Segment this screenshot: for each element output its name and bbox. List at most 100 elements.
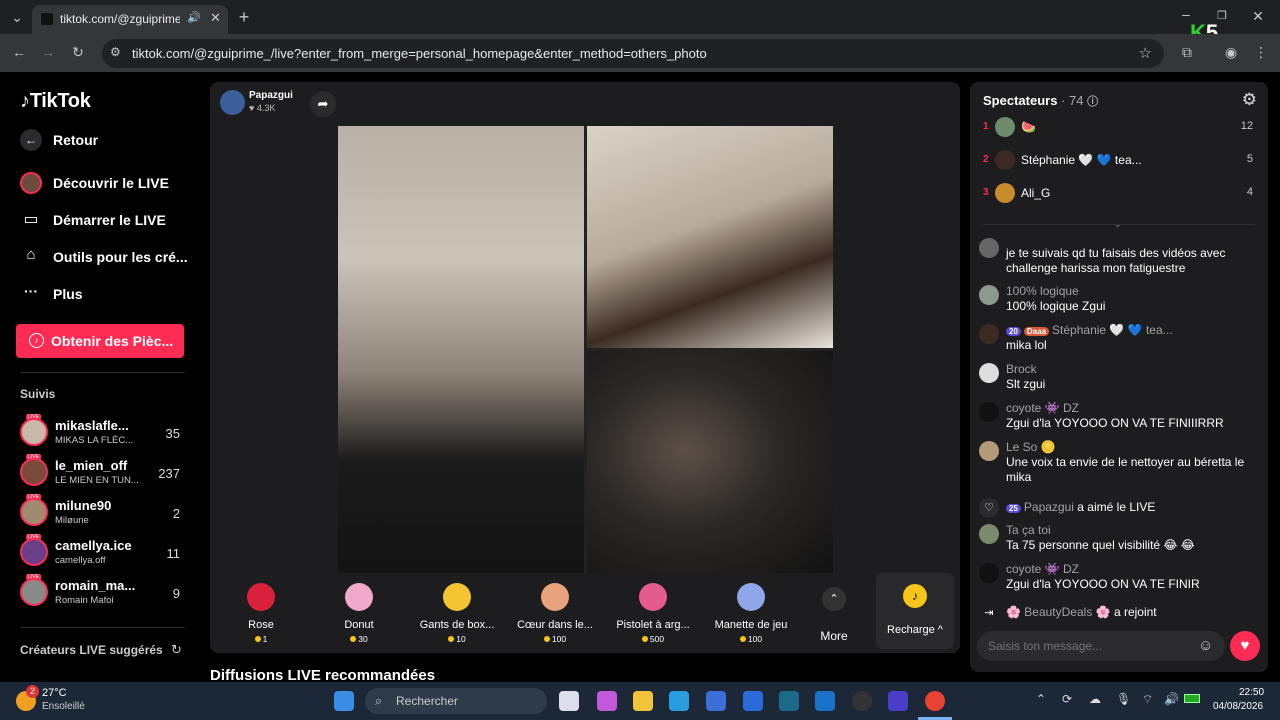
- more-gifts-button[interactable]: ⌃ More: [806, 579, 866, 645]
- volume-icon[interactable]: 🔊: [1164, 692, 1179, 706]
- video-guest-2[interactable]: [587, 351, 833, 573]
- edge-icon[interactable]: [669, 691, 689, 711]
- audio-icon[interactable]: 🔊: [187, 11, 201, 24]
- avatar[interactable]: [979, 285, 999, 305]
- extensions-icon[interactable]: ⧉: [1178, 44, 1196, 60]
- browser-tab[interactable]: tiktok.com/@zguiprime_/liv 🔊 ✕: [32, 5, 228, 34]
- recommended-header: Diffusions LIVE recommandées: [210, 667, 436, 682]
- url-text: tiktok.com/@zguiprime_/live?enter_from_m…: [132, 46, 707, 61]
- gift-game-controller[interactable]: Manette de jeu 100: [706, 579, 796, 645]
- donut-icon: [345, 583, 373, 611]
- tiktok-logo[interactable]: ♪TikTok: [20, 90, 91, 113]
- avatar[interactable]: [979, 238, 999, 258]
- app-icon[interactable]: [888, 691, 908, 711]
- chat-input[interactable]: [977, 631, 1225, 661]
- gift-money-gun[interactable]: Pistolet à arg... 500: [608, 579, 698, 645]
- live-avatar-icon: [20, 172, 42, 194]
- cloud-icon[interactable]: ☁: [1089, 692, 1101, 706]
- following-header: Suivis: [20, 387, 56, 401]
- bookmark-star-icon[interactable]: ☆: [1139, 44, 1152, 62]
- video-host[interactable]: [338, 126, 584, 573]
- dropbox-icon[interactable]: [743, 691, 763, 711]
- live-badge: LIVE: [26, 534, 41, 540]
- weather-temp[interactable]: 27°C: [42, 687, 67, 699]
- copilot-icon[interactable]: [597, 691, 617, 711]
- profile-icon[interactable]: ◉: [1222, 44, 1240, 60]
- store-icon[interactable]: [706, 691, 726, 711]
- settings-gear-icon[interactable]: ⚙: [1242, 90, 1257, 110]
- following-item[interactable]: LIVE camellya.ice camellya.off 11: [20, 534, 184, 572]
- top-viewer[interactable]: 1 🍉 12: [983, 117, 1253, 139]
- gift-heart-hands[interactable]: Cœur dans le... 100: [510, 579, 600, 645]
- top-viewer[interactable]: 3 Ali_G 4: [983, 183, 1253, 205]
- following-item[interactable]: LIVE romain_ma... Romain Mafoi 9: [20, 574, 184, 612]
- chevron-down-icon[interactable]: ⌄: [1114, 219, 1122, 230]
- reload-icon[interactable]: ↻: [69, 44, 87, 60]
- avatar: [20, 538, 48, 566]
- live-badge: LIVE: [26, 414, 41, 420]
- share-icon[interactable]: ➦: [310, 91, 336, 117]
- divider: [20, 627, 185, 628]
- avatar[interactable]: [979, 563, 999, 583]
- task-view-icon[interactable]: [559, 691, 579, 711]
- avatar[interactable]: [979, 363, 999, 383]
- avatar: [20, 498, 48, 526]
- refresh-icon[interactable]: ↻: [171, 642, 182, 658]
- emoji-icon[interactable]: ☺: [1198, 637, 1213, 654]
- file-explorer-icon[interactable]: [633, 691, 653, 711]
- tiktok-note-icon: ♪: [20, 90, 30, 112]
- clock-time[interactable]: 22:50: [1239, 687, 1264, 698]
- top-viewer[interactable]: 2 Stéphanie 🤍 💙 tea... 5: [983, 150, 1253, 172]
- gift-rose[interactable]: Rose 1: [216, 579, 306, 645]
- app-icon[interactable]: [779, 691, 799, 711]
- wifi-icon[interactable]: ⌔: [1142, 692, 1153, 707]
- tab-search-icon[interactable]: ⌄: [8, 9, 26, 25]
- host-avatar[interactable]: [220, 90, 245, 115]
- close-window-icon[interactable]: ✕: [1249, 8, 1267, 24]
- battery-icon[interactable]: [1184, 694, 1200, 703]
- like-heart-button[interactable]: ♥: [1230, 631, 1260, 661]
- recharge-button[interactable]: ♪ Recharge ^: [876, 573, 954, 649]
- following-item[interactable]: LIVE mikaslafle... MIKAS LA FLÈC... 35: [20, 414, 184, 452]
- chrome-icon[interactable]: [925, 691, 945, 711]
- video-guest-1[interactable]: [587, 126, 833, 348]
- gift-bar: Rose 1 Donut 30 Gants de box... 10 Cœur …: [216, 573, 870, 651]
- chat-panel: Spectateurs · 74 ⓘ ⚙ 1 🍉 12 2 Stéphanie …: [970, 82, 1268, 672]
- sync-icon[interactable]: ⟳: [1062, 692, 1072, 706]
- more-dots-icon: ···: [24, 283, 38, 299]
- avatar[interactable]: [979, 402, 999, 422]
- avatar: [20, 418, 48, 446]
- tab-title: tiktok.com/@zguiprime_/liv: [60, 12, 180, 26]
- chevron-up-icon[interactable]: ⌃: [1036, 692, 1046, 706]
- windows-start-icon[interactable]: [334, 691, 354, 711]
- new-tab-icon[interactable]: +: [235, 8, 253, 26]
- close-tab-icon[interactable]: ✕: [210, 10, 221, 26]
- live-badge: LIVE: [26, 574, 41, 580]
- site-info-icon[interactable]: ⚙: [110, 45, 121, 59]
- microphone-icon[interactable]: 🎙: [1116, 692, 1131, 706]
- forward-icon[interactable]: →: [39, 44, 57, 60]
- following-item[interactable]: LIVE milune90 Miløune 2: [20, 494, 184, 532]
- clock-date[interactable]: 04/08/2026: [1213, 701, 1263, 712]
- enter-icon: ⇥: [984, 607, 994, 619]
- gift-boxing-gloves[interactable]: Gants de box... 10: [412, 579, 502, 645]
- url-bar[interactable]: ⚙ tiktok.com/@zguiprime_/live?enter_from…: [102, 39, 1164, 68]
- outlook-icon[interactable]: [815, 691, 835, 711]
- viewers-header[interactable]: Spectateurs · 74 ⓘ: [983, 93, 1098, 109]
- app-icon[interactable]: [852, 691, 872, 711]
- info-icon[interactable]: ⓘ: [1087, 96, 1098, 108]
- back-icon[interactable]: ←: [10, 44, 28, 60]
- live-badge: LIVE: [26, 494, 41, 500]
- avatar[interactable]: [979, 524, 999, 544]
- gift-donut[interactable]: Donut 30: [314, 579, 404, 645]
- coin-icon: ♪: [29, 333, 44, 348]
- avatar: [20, 458, 48, 486]
- tiktok-coin-icon: ♪: [903, 584, 927, 608]
- avatar[interactable]: [979, 441, 999, 461]
- avatar[interactable]: [979, 324, 999, 344]
- taskbar-search[interactable]: ⌕ Rechercher: [365, 688, 547, 714]
- weather-desc: Ensoleillé: [42, 701, 85, 712]
- get-coins-button[interactable]: ♪ Obtenir des Pièc...: [16, 324, 184, 358]
- menu-icon[interactable]: ⋮: [1252, 44, 1270, 60]
- following-item[interactable]: LIVE le_mien_off LE MIEN EN TUN... 237: [20, 454, 184, 492]
